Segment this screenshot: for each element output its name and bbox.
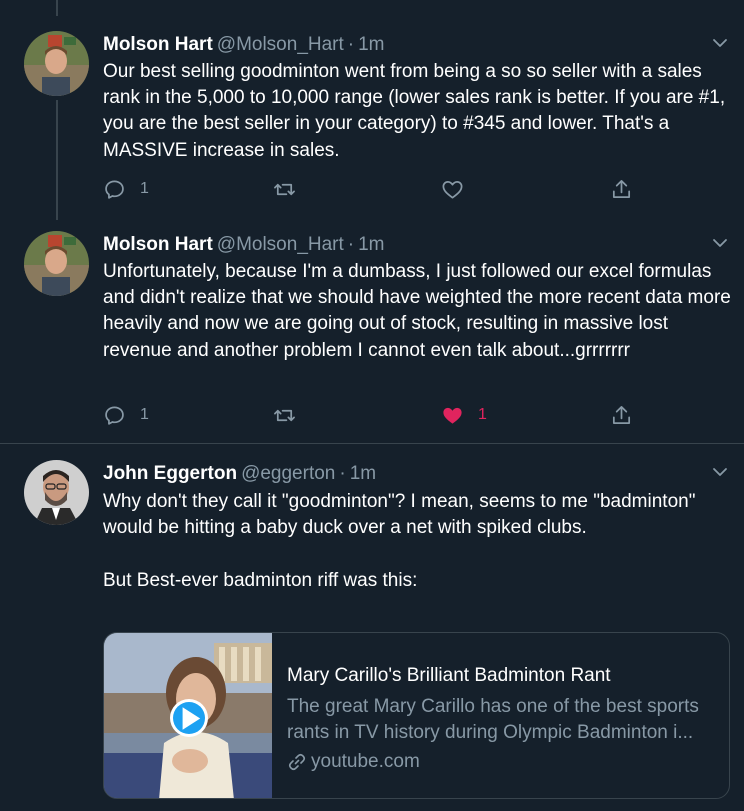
chevron-down-icon[interactable] bbox=[710, 462, 730, 482]
card-domain-text: youtube.com bbox=[311, 751, 420, 772]
tweet-header: John Eggerton @eggerton · 1m bbox=[103, 462, 376, 486]
user-handle[interactable]: @Molson_Hart bbox=[217, 234, 344, 255]
user-handle[interactable]: @eggerton bbox=[241, 463, 335, 484]
separator-dot: · bbox=[339, 463, 346, 484]
card-description: The great Mary Carillo has one of the be… bbox=[287, 696, 699, 743]
display-name[interactable]: Molson Hart bbox=[103, 234, 213, 255]
tweet-text: Our best selling goodminton went from be… bbox=[103, 61, 731, 161]
retweet-button[interactable] bbox=[273, 402, 296, 428]
reply-button[interactable]: 1 bbox=[103, 176, 149, 202]
reply-button[interactable]: 1 bbox=[103, 402, 149, 428]
user-handle[interactable]: @Molson_Hart bbox=[217, 34, 344, 55]
tweet-actions: 1 1 bbox=[103, 402, 643, 428]
retweet-button[interactable] bbox=[273, 176, 296, 202]
play-icon bbox=[182, 706, 201, 730]
heart-icon bbox=[442, 180, 463, 199]
timestamp[interactable]: 1m bbox=[358, 34, 384, 55]
link-icon bbox=[288, 753, 306, 771]
card-title: Mary Carillo's Brilliant Badminton Rant bbox=[287, 665, 611, 686]
display-name[interactable]: Molson Hart bbox=[103, 34, 213, 55]
reply-icon bbox=[105, 179, 124, 199]
timestamp[interactable]: 1m bbox=[350, 463, 376, 484]
video-thumbnail[interactable] bbox=[104, 633, 272, 798]
separator-dot: · bbox=[347, 234, 355, 255]
timestamp[interactable]: 1m bbox=[358, 234, 384, 255]
tweet-actions: 1 bbox=[103, 176, 643, 202]
tweet-header: Molson Hart @Molson_Hart · 1m bbox=[103, 233, 385, 257]
tweet[interactable]: Molson Hart @Molson_Hart · 1m Our best sell… bbox=[0, 31, 744, 211]
share-icon bbox=[612, 179, 631, 198]
link-preview-card[interactable]: Mary Carillo's Brilliant Badminton Rant … bbox=[103, 632, 730, 799]
like-button[interactable]: 1 bbox=[441, 402, 487, 428]
share-icon bbox=[612, 405, 631, 424]
play-button[interactable] bbox=[170, 699, 208, 737]
retweet-icon bbox=[274, 183, 295, 195]
tweet-header: Molson Hart @Molson_Hart · 1m bbox=[103, 33, 385, 57]
card-body: Mary Carillo's Brilliant Badminton Rant … bbox=[287, 663, 717, 775]
heart-filled-icon bbox=[443, 407, 462, 424]
like-count: 1 bbox=[478, 406, 487, 423]
chevron-down-icon[interactable] bbox=[710, 33, 730, 53]
card-domain: youtube.com bbox=[287, 749, 717, 775]
reply-icon bbox=[105, 405, 124, 425]
tweet-divider bbox=[0, 443, 744, 444]
chevron-down-icon[interactable] bbox=[710, 233, 730, 253]
reply-count: 1 bbox=[140, 180, 149, 197]
tweet[interactable]: Molson Hart @Molson_Hart · 1m Unfortunately… bbox=[0, 231, 744, 431]
share-button[interactable] bbox=[610, 176, 633, 202]
avatar[interactable] bbox=[24, 460, 89, 525]
tweet-text: Why don't they call it "goodminton"? I m… bbox=[103, 491, 696, 591]
share-button[interactable] bbox=[610, 402, 633, 428]
tweet-text: Unfortunately, because I'm a dumbass, I … bbox=[103, 261, 737, 361]
avatar[interactable] bbox=[24, 231, 89, 296]
thread-line bbox=[56, 0, 58, 16]
like-button[interactable] bbox=[441, 176, 464, 202]
avatar[interactable] bbox=[24, 31, 89, 96]
separator-dot: · bbox=[347, 34, 355, 55]
display-name[interactable]: John Eggerton bbox=[103, 463, 237, 484]
retweet-icon bbox=[274, 409, 295, 421]
reply-count: 1 bbox=[140, 406, 149, 423]
